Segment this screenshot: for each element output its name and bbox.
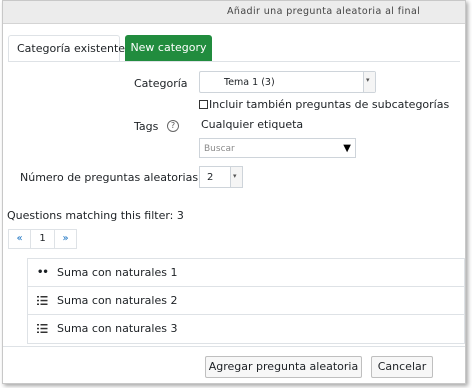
question-name: Suma con naturales 2 <box>57 294 178 307</box>
category-select-arrow: ▾ <box>363 72 375 92</box>
list-item[interactable]: •• Suma con naturales 1 <box>28 259 464 287</box>
number-label: Número de preguntas aleatorias <box>20 171 199 184</box>
dialog-title: Añadir una pregunta aleatoria al final <box>227 6 421 17</box>
multichoice-list-icon <box>37 295 49 307</box>
tags-search-placeholder: Buscar <box>204 144 235 154</box>
dialog-titlebar: Añadir una pregunta aleatoria al final <box>3 1 465 24</box>
help-icon[interactable]: ? <box>167 120 179 132</box>
list-item[interactable]: Suma con naturales 2 <box>28 287 464 315</box>
tab-divider <box>8 61 460 62</box>
question-name: Suma con naturales 3 <box>57 322 178 335</box>
pagination-current[interactable]: 1 <box>30 229 55 249</box>
chevron-down-icon: ▾ <box>233 172 237 180</box>
category-label: Categoría <box>134 77 188 90</box>
number-select-arrow: ▾ <box>230 167 242 187</box>
category-select-value: Tema 1 (3) <box>224 77 275 88</box>
list-item[interactable]: Suma con naturales 3 <box>28 315 464 343</box>
include-subcategories-label[interactable]: Incluir también preguntas de subcategorí… <box>209 98 449 111</box>
caret-down-icon: ▼ <box>343 143 351 154</box>
category-select[interactable]: Tema 1 (3) ▾ <box>199 71 376 93</box>
number-select-value: 2 <box>207 172 214 183</box>
chevron-down-icon: ▾ <box>366 76 370 84</box>
tags-label: Tags <box>134 120 159 133</box>
multichoice-list-icon <box>37 323 49 335</box>
random-question-dialog: Añadir una pregunta aleatoria al final C… <box>2 0 466 384</box>
tab-new-category[interactable]: New category <box>125 35 212 61</box>
matching-count-text: Questions matching this filter: 3 <box>7 209 184 222</box>
pagination-next[interactable]: » <box>54 229 77 249</box>
pagination-prev[interactable]: « <box>8 229 31 249</box>
include-subcategories-checkbox[interactable] <box>199 100 208 109</box>
add-random-question-button[interactable]: Agregar pregunta aleatoria <box>205 356 362 378</box>
question-name: Suma con naturales 1 <box>57 266 178 279</box>
tags-value: Cualquier etiqueta <box>201 118 304 131</box>
tags-search-select[interactable]: Buscar ▼ <box>199 138 356 158</box>
drag-drop-icon: •• <box>37 267 49 278</box>
cancel-button[interactable]: Cancelar <box>371 356 433 378</box>
tab-existing-category[interactable]: Categoría existente <box>8 35 125 62</box>
number-select[interactable]: 2 ▾ <box>199 166 243 188</box>
question-list: •• Suma con naturales 1 Suma con natural… <box>27 258 465 344</box>
dialog-footer: Agregar pregunta aleatoria Cancelar <box>3 346 465 383</box>
